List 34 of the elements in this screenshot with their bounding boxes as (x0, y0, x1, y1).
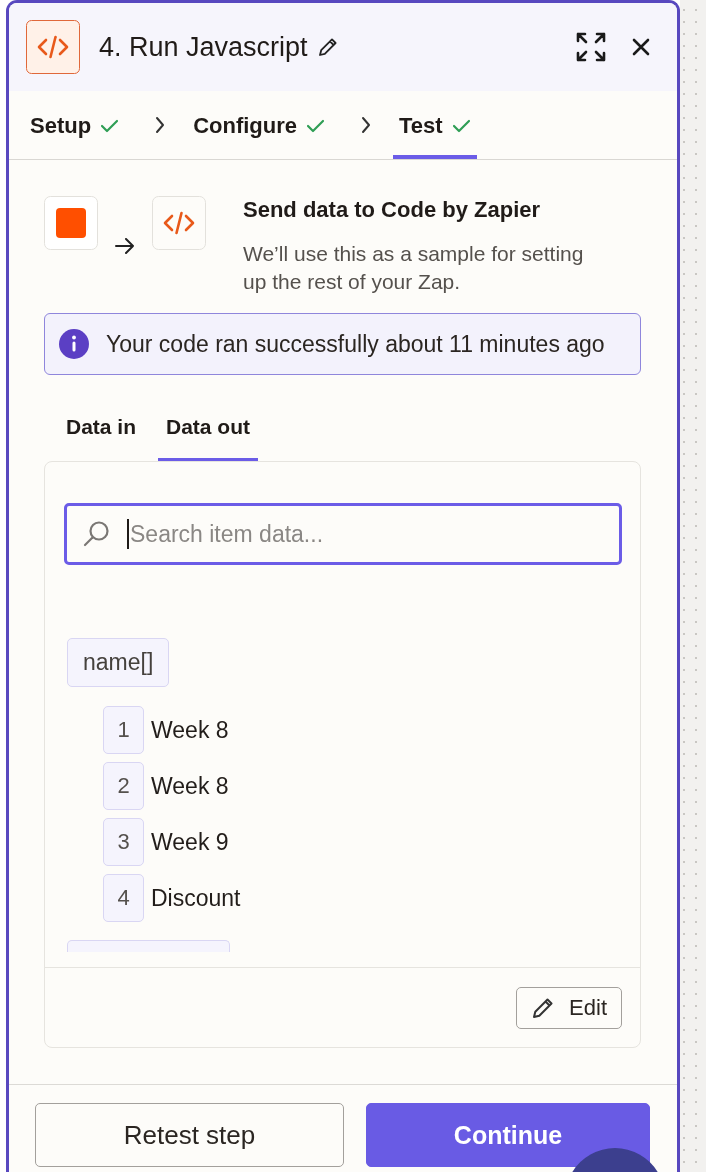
code-icon (26, 20, 80, 74)
text-cursor (127, 519, 129, 549)
search-field[interactable]: Search item data... (64, 503, 622, 565)
continue-button[interactable]: Continue (366, 1103, 650, 1167)
chevron-right-icon (361, 116, 371, 134)
close-icon[interactable] (632, 38, 650, 56)
sample-description: We’ll use this as a sample for setting up the rest of your Zap. (243, 241, 585, 295)
sample-title: Send data to Code by Zapier (243, 198, 542, 222)
search-icon (82, 520, 110, 548)
edit-button[interactable]: Edit (516, 987, 622, 1029)
app-square-icon (44, 196, 98, 250)
chevron-right-icon (155, 116, 166, 134)
item-index: 4 (103, 874, 144, 922)
item-value: Discount (151, 884, 241, 912)
item-index: 3 (103, 818, 144, 866)
info-icon (59, 329, 89, 359)
item-value: Week 8 (151, 716, 229, 744)
item-value: Week 9 (151, 828, 229, 856)
item-index: 1 (103, 706, 144, 754)
step-tab[interactable]: Test (393, 91, 477, 159)
pencil-icon (531, 996, 556, 1020)
data-tab[interactable]: Data in (58, 395, 144, 461)
step-title: 4. Run Javascript (99, 31, 308, 63)
step-tab[interactable]: Setup (24, 91, 126, 159)
field-key[interactable]: name[] (67, 638, 170, 687)
code-icon (152, 196, 206, 250)
arrow-right-icon (115, 238, 135, 254)
step-tab[interactable]: Configure (187, 91, 331, 159)
item-value: Week 8 (151, 772, 229, 800)
item-index: 2 (103, 762, 144, 810)
expand-icon[interactable] (576, 32, 606, 62)
retest-button[interactable]: Retest step (35, 1103, 344, 1167)
alert-message: Your code ran successfully about 11 minutes ago (106, 330, 605, 358)
pencil-icon[interactable] (316, 36, 339, 58)
